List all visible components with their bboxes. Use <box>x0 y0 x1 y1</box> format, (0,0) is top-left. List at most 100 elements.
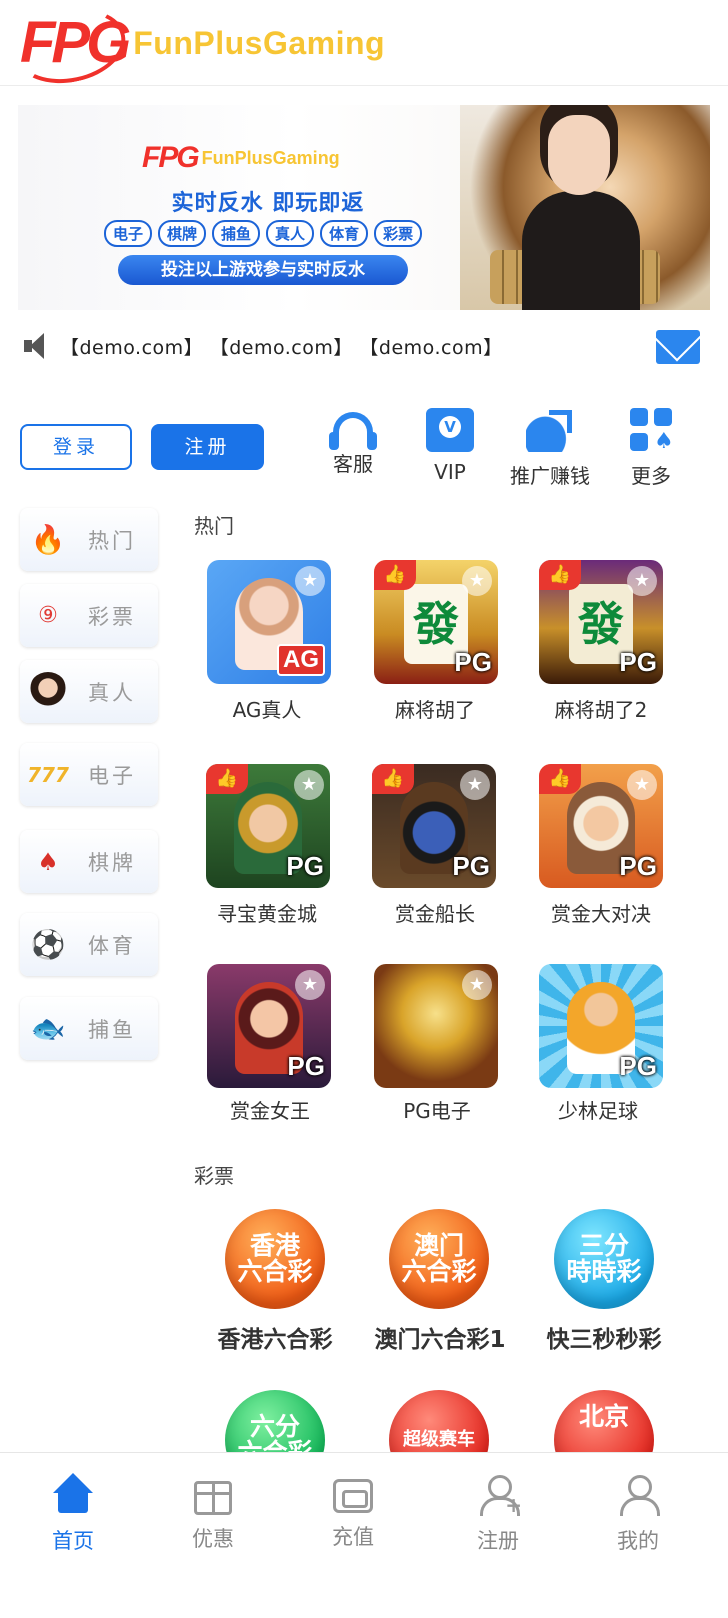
provider-badge: PG <box>619 647 657 677</box>
nav-home[interactable]: 首页 <box>18 1473 128 1555</box>
banner-note: 投注以上游戏参与实时反水 <box>118 255 408 285</box>
nav-profile[interactable]: 我的 <box>583 1473 693 1555</box>
game-name: 赏金女王 <box>230 1099 310 1123</box>
banner-tag: 棋牌 <box>158 220 207 247</box>
thumbs-up-icon: 👍 <box>372 764 414 794</box>
nav-label: 优惠 <box>192 1527 234 1551</box>
soccer-ball-icon: ⚽ <box>30 928 66 961</box>
quick-customer-service[interactable]: 客服 <box>305 408 401 494</box>
banner-tags: 电子 棋牌 捕鱼 真人 体育 彩票 <box>104 220 423 247</box>
category-label: 棋牌 <box>88 850 136 875</box>
login-button[interactable]: 登录 <box>20 424 132 470</box>
category-hot[interactable]: 🔥 热门 <box>20 508 158 571</box>
lottery-name: 香港六合彩 <box>217 1327 333 1353</box>
banner-logo: FPG FunPlusGaming <box>142 141 340 174</box>
nav-label: 首页 <box>52 1529 94 1553</box>
favorite-star-icon[interactable]: ★ <box>295 566 325 596</box>
quick-promote[interactable]: 推广赚钱 <box>502 408 598 494</box>
game-tile[interactable]: PG <box>539 964 663 1088</box>
section-title-hot: 热门 <box>194 514 234 538</box>
app-header: FPG FunPlusGaming <box>0 0 728 93</box>
provider-badge: PG <box>287 1051 325 1081</box>
category-fishing[interactable]: 🐟 捕鱼 <box>20 997 158 1060</box>
thumbs-up-icon: 👍 <box>206 764 248 794</box>
game-name: 麻将胡了2 <box>554 698 648 722</box>
provider-badge: PG <box>452 851 490 881</box>
notice-marquee: 【demo.com】 【demo.com】 【demo.com】 <box>18 324 710 368</box>
category-label: 电子 <box>88 763 136 788</box>
banner-tag: 电子 <box>104 220 153 247</box>
game-tile[interactable]: ★ AG <box>207 560 331 684</box>
game-tile[interactable]: ★ <box>374 964 498 1088</box>
favorite-star-icon[interactable]: ★ <box>462 566 492 596</box>
game-name: 少林足球 <box>558 1099 638 1123</box>
category-slots[interactable]: 777 电子 <box>20 743 158 806</box>
game-tile[interactable]: 👍 ★ PG <box>539 764 663 888</box>
game-tile[interactable]: 發 👍 ★ PG <box>374 560 498 684</box>
lottery-icon[interactable]: 澳门 六合彩 <box>389 1209 489 1309</box>
nav-deposit[interactable]: 充值 <box>298 1473 408 1551</box>
favorite-star-icon[interactable]: ★ <box>295 970 325 1000</box>
provider-badge: PG <box>619 851 657 881</box>
gift-icon <box>194 1481 232 1515</box>
banner-tag: 真人 <box>266 220 315 247</box>
category-sports[interactable]: ⚽ 体育 <box>20 913 158 976</box>
headset-icon <box>329 412 377 450</box>
logo-text: FunPlusGaming <box>133 24 386 61</box>
quick-vip[interactable]: VIP <box>402 408 498 494</box>
game-name: 赏金船长 <box>395 902 475 926</box>
nav-register[interactable]: + 注册 <box>443 1473 553 1555</box>
brand-logo[interactable]: FPG FunPlusGaming <box>7 0 386 93</box>
nav-label: 注册 <box>477 1529 519 1553</box>
wallet-icon <box>333 1479 373 1513</box>
speaker-icon <box>24 331 50 361</box>
game-name: 寻宝黄金城 <box>217 902 317 926</box>
vip-icon <box>426 408 474 452</box>
user-add-icon: + <box>476 1473 522 1517</box>
slot-777-icon: 777 <box>27 762 69 787</box>
favorite-star-icon[interactable]: ★ <box>460 770 490 800</box>
category-lottery[interactable]: ⑨ 彩票 <box>20 584 158 647</box>
lottery-icon[interactable]: 香港 六合彩 <box>225 1209 325 1309</box>
quick-label: 推广赚钱 <box>510 464 590 488</box>
game-name: 麻将胡了 <box>395 698 475 722</box>
provider-badge: PG <box>286 851 324 881</box>
thumbs-up-icon: 👍 <box>539 764 581 794</box>
category-cards[interactable]: ♠ 棋牌 <box>20 830 158 893</box>
user-icon <box>616 1473 660 1517</box>
thumbs-up-icon: 👍 <box>539 560 581 590</box>
nav-label: 充值 <box>332 1525 374 1549</box>
register-button[interactable]: 注册 <box>151 424 264 470</box>
fish-icon: 🐟 <box>30 1012 66 1045</box>
promo-banner[interactable]: FPG FunPlusGaming 实时反水 即玩即返 电子 棋牌 捕鱼 真人 … <box>18 105 710 310</box>
favorite-star-icon[interactable]: ★ <box>462 970 492 1000</box>
favorite-star-icon[interactable]: ★ <box>627 566 657 596</box>
category-live[interactable]: 真人 <box>20 660 158 723</box>
quick-more[interactable]: 更多 <box>603 408 699 494</box>
category-label: 真人 <box>88 680 136 705</box>
notice-text: 【demo.com】 【demo.com】 【demo.com】 <box>60 336 503 359</box>
banner-tag: 捕鱼 <box>212 220 261 247</box>
game-name: 赏金大对决 <box>551 902 651 926</box>
nav-label: 我的 <box>617 1529 659 1553</box>
thumbs-up-icon: 👍 <box>374 560 416 590</box>
mail-icon[interactable] <box>656 330 700 364</box>
lottery-icon[interactable]: 三分 時時彩 <box>554 1209 654 1309</box>
coins-icon <box>526 408 574 452</box>
game-tile[interactable]: 發 👍 ★ PG <box>539 560 663 684</box>
lottery-ball-icon: ⑨ <box>38 603 58 628</box>
favorite-star-icon[interactable]: ★ <box>627 770 657 800</box>
game-tile[interactable]: ★ PG <box>207 964 331 1088</box>
favorite-star-icon[interactable]: ★ <box>294 770 324 800</box>
logo-mark: FPG <box>7 0 133 93</box>
fire-icon: 🔥 <box>30 523 66 556</box>
quick-label: 更多 <box>631 464 671 488</box>
banner-slogan: 实时反水 即玩即返 <box>171 191 365 216</box>
category-label: 体育 <box>88 933 136 958</box>
provider-badge: PG <box>454 647 492 677</box>
category-label: 热门 <box>88 528 136 553</box>
nav-promotions[interactable]: 优惠 <box>158 1473 268 1553</box>
game-tile[interactable]: 👍 ★ PG <box>372 764 496 888</box>
banner-tag: 体育 <box>320 220 369 247</box>
game-tile[interactable]: 👍 ★ PG <box>206 764 330 888</box>
